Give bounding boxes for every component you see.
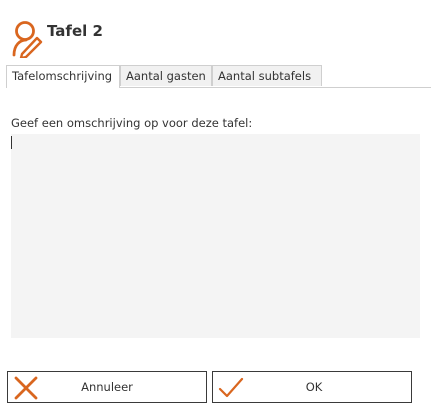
dialog-header: Tafel 2 xyxy=(10,18,420,62)
dialog-title: Tafel 2 xyxy=(47,22,103,40)
ok-button[interactable]: OK xyxy=(212,371,412,403)
tab-aantal-subtafels[interactable]: Aantal subtafels xyxy=(212,65,322,86)
cancel-button[interactable]: Annuleer xyxy=(7,371,207,403)
cancel-button-label: Annuleer xyxy=(81,380,133,394)
description-textarea[interactable] xyxy=(11,134,420,338)
text-caret xyxy=(11,136,12,149)
tab-bar: Tafelomschrijving Aantal gasten Aantal s… xyxy=(6,65,431,88)
tab-aantal-gasten[interactable]: Aantal gasten xyxy=(120,65,212,86)
ok-button-label: OK xyxy=(305,380,323,394)
description-prompt: Geef een omschrijving op voor deze tafel… xyxy=(11,116,253,130)
user-edit-icon xyxy=(12,21,43,58)
tab-tafelomschrijving[interactable]: Tafelomschrijving xyxy=(6,65,120,88)
